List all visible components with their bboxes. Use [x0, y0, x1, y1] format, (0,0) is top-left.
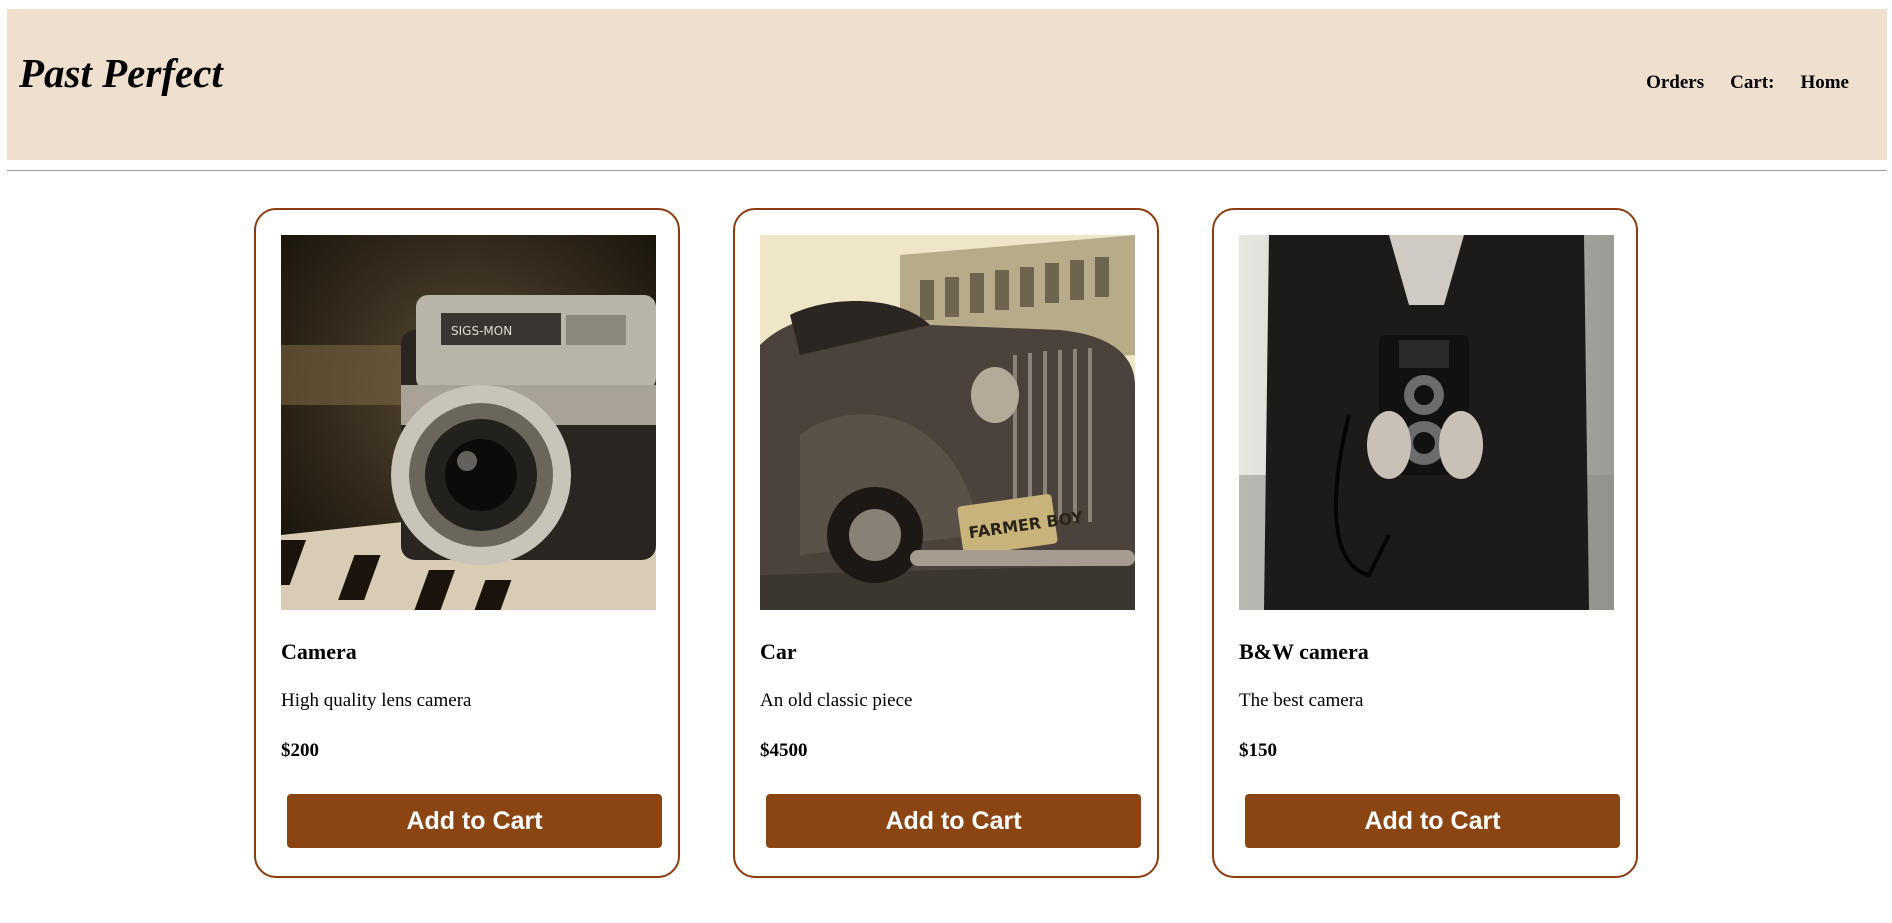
product-price: $150: [1239, 740, 1277, 761]
product-name: Camera: [281, 639, 357, 664]
site-logo-title[interactable]: Past Perfect: [19, 49, 223, 97]
nav-cart-link[interactable]: Cart:: [1730, 72, 1774, 94]
product-price: $200: [281, 740, 319, 761]
site-header: Past Perfect Orders Cart: Home: [7, 9, 1887, 160]
header-divider: [7, 170, 1887, 171]
product-card: B&W camera The best camera $150 Add to C…: [1212, 208, 1638, 878]
add-to-cart-button[interactable]: Add to Cart: [287, 794, 662, 848]
add-to-cart-button[interactable]: Add to Cart: [766, 794, 1141, 848]
product-description: An old classic piece: [760, 690, 913, 711]
product-price: $4500: [760, 740, 808, 761]
product-description: The best camera: [1239, 690, 1364, 711]
svg-text:SIGS-MON: SIGS-MON: [451, 324, 512, 338]
nav-orders-link[interactable]: Orders: [1646, 72, 1704, 94]
product-description: High quality lens camera: [281, 690, 472, 711]
product-image-bw-camera: [1239, 235, 1614, 610]
product-card: FARMER BOY Car An old classic piece $450…: [733, 208, 1159, 878]
add-to-cart-button[interactable]: Add to Cart: [1245, 794, 1620, 848]
product-name: Car: [760, 639, 797, 664]
product-image-car: FARMER BOY: [760, 235, 1135, 610]
product-image-camera: SIGS-MON: [281, 235, 656, 610]
product-name: B&W camera: [1239, 639, 1369, 664]
main-nav: Orders Cart: Home: [1646, 72, 1849, 94]
product-card: SIGS-MON Camera High quality lens camera…: [254, 208, 680, 878]
nav-home-link[interactable]: Home: [1800, 72, 1849, 94]
